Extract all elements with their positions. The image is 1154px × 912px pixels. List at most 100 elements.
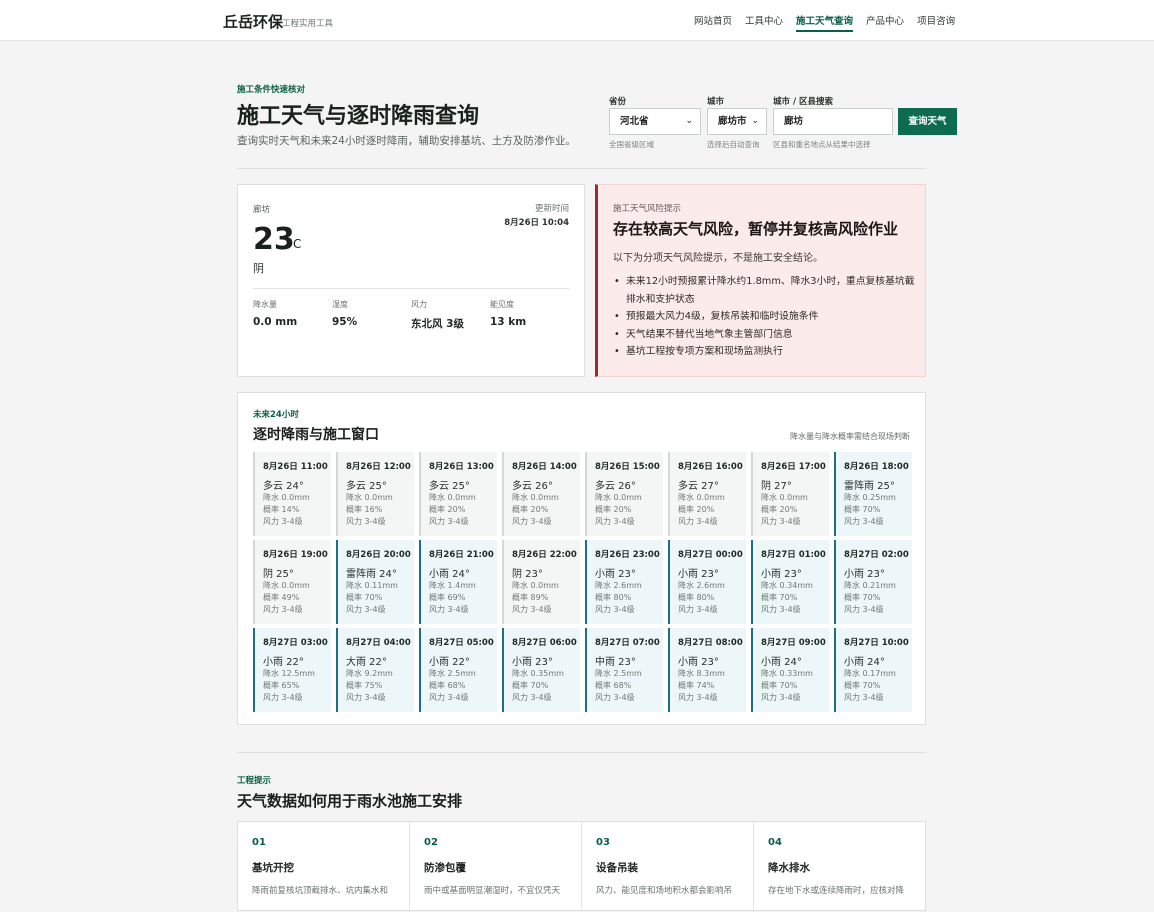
city-select[interactable]: 廊坊市 ⌄ — [707, 108, 767, 135]
search-label: 城市 / 区县搜索 — [773, 97, 834, 107]
metric-value: 95% — [332, 316, 358, 328]
metric-value: 东北风 3级 — [411, 318, 464, 330]
tip-card: 02 防渗包覆 雨中或基面明显潮湿时，不宜仅凭天 — [410, 822, 582, 912]
hour-cell: 8月27日 01:00 小雨 23° 降水 0.34mm 概率 70% 风力 3-4级 — [751, 540, 829, 624]
hour-precipitation: 降水 2.6mm — [595, 581, 642, 590]
hour-wind: 风力 3-4级 — [512, 693, 552, 702]
current-city: 廊坊 — [253, 205, 271, 215]
hour-probability: 概率 16% — [346, 505, 383, 514]
metric-label: 湿度 — [332, 300, 348, 309]
hour-precipitation: 降水 0.0mm — [512, 581, 559, 590]
hour-cell: 8月26日 17:00 阴 27° 降水 0.0mm 概率 20% 风力 3-4级 — [751, 452, 829, 536]
metric-value: 0.0 mm — [253, 316, 298, 328]
hour-probability: 概率 68% — [429, 681, 466, 690]
metric-visibility: 能见度 13 km — [490, 299, 526, 328]
tip-description: 降雨前复核坑顶截排水、坑内集水和 — [252, 886, 389, 896]
hour-probability: 概率 20% — [678, 505, 715, 514]
hour-cell: 8月27日 05:00 小雨 22° 降水 2.5mm 概率 68% 风力 3-4级 — [419, 628, 497, 712]
hour-wind: 风力 3-4级 — [595, 693, 635, 702]
query-weather-button[interactable]: 查询天气 — [898, 108, 957, 135]
hour-condition: 小雨 24° — [761, 657, 802, 668]
nav-links: 网站首页 工具中心 施工天气查询 产品中心 项目咨询 — [694, 13, 955, 32]
hour-wind: 风力 3-4级 — [512, 517, 552, 526]
city-hint: 选择后自动查询 — [707, 140, 760, 149]
tip-title: 降水排水 — [768, 862, 810, 874]
hero-eyebrow: 施工条件快速核对 — [237, 85, 306, 95]
hour-probability: 概率 89% — [512, 593, 549, 602]
hour-precipitation: 降水 1.4mm — [429, 581, 476, 590]
hour-cell: 8月26日 23:00 小雨 23° 降水 2.6mm 概率 80% 风力 3-4级 — [585, 540, 663, 624]
search-hint: 区县和重名地点从结果中选择 — [773, 140, 871, 149]
hour-cell: 8月27日 03:00 小雨 22° 降水 12.5mm 概率 65% 风力 3-4级 — [253, 628, 331, 712]
nav-link-products[interactable]: 产品中心 — [866, 13, 904, 32]
hour-precipitation: 降水 0.0mm — [595, 493, 642, 502]
hour-time: 8月27日 05:00 — [429, 638, 494, 648]
tip-card: 04 降水排水 存在地下水或连续降雨时，应核对降 — [754, 822, 925, 912]
tips-eyebrow: 工程提示 — [237, 776, 272, 786]
hour-cell: 8月27日 07:00 中雨 23° 降水 2.5mm 概率 68% 风力 3-4级 — [585, 628, 663, 712]
hour-probability: 概率 49% — [263, 593, 300, 602]
hour-precipitation: 降水 9.2mm — [346, 669, 393, 678]
hour-cell: 8月27日 00:00 小雨 23° 降水 2.6mm 概率 80% 风力 3-4级 — [668, 540, 746, 624]
hour-time: 8月27日 10:00 — [844, 638, 909, 648]
hour-wind: 风力 3-4级 — [844, 693, 884, 702]
hour-precipitation: 降水 8.3mm — [678, 669, 725, 678]
hour-condition: 小雨 24° — [844, 657, 885, 668]
hour-time: 8月26日 20:00 — [346, 550, 411, 560]
hour-cell: 8月27日 04:00 大雨 22° 降水 9.2mm 概率 75% 风力 3-4级 — [336, 628, 414, 712]
hour-precipitation: 降水 0.33mm — [761, 669, 813, 678]
hour-probability: 概率 70% — [761, 681, 798, 690]
hour-wind: 风力 3-4级 — [761, 517, 801, 526]
hour-time: 8月27日 07:00 — [595, 638, 660, 648]
hour-probability: 概率 74% — [678, 681, 715, 690]
hour-cell: 8月26日 15:00 多云 26° 降水 0.0mm 概率 20% 风力 3-4级 — [585, 452, 663, 536]
current-weather-card: 廊坊 更新时间 8月26日 10:04 23 °C 阴 降水量 0.0 mm 湿… — [237, 184, 585, 377]
hour-wind: 风力 3-4级 — [844, 605, 884, 614]
hour-time: 8月26日 21:00 — [429, 550, 494, 560]
hour-time: 8月26日 22:00 — [512, 550, 577, 560]
metric-label: 降水量 — [253, 300, 277, 309]
hour-time: 8月26日 11:00 — [263, 462, 328, 472]
hour-probability: 概率 80% — [678, 593, 715, 602]
hour-condition: 小雨 23° — [761, 569, 802, 580]
hour-time: 8月26日 12:00 — [346, 462, 411, 472]
risk-item: 天气结果不替代当地气象主管部门信息 — [613, 326, 918, 344]
hour-cell: 8月26日 12:00 多云 25° 降水 0.0mm 概率 16% 风力 3-4级 — [336, 452, 414, 536]
top-nav: 丘岳环保 工程实用工具 网站首页 工具中心 施工天气查询 产品中心 项目咨询 — [0, 0, 1154, 41]
hour-condition: 阴 27° — [761, 481, 792, 492]
risk-item: 未来12小时预报累计降水约1.8mm、降水3小时，重点复核基坑截排水和支护状态 — [613, 273, 918, 308]
nav-link-home[interactable]: 网站首页 — [694, 13, 732, 32]
hour-precipitation: 降水 0.25mm — [844, 493, 896, 502]
hour-cell: 8月26日 11:00 多云 24° 降水 0.0mm 概率 14% 风力 3-4级 — [253, 452, 331, 536]
hour-precipitation: 降水 0.0mm — [263, 493, 310, 502]
risk-label: 施工天气风险提示 — [613, 204, 682, 214]
nav-link-weather[interactable]: 施工天气查询 — [796, 13, 854, 32]
hour-time: 8月27日 00:00 — [678, 550, 743, 560]
nav-link-tools[interactable]: 工具中心 — [745, 13, 783, 32]
hour-time: 8月26日 15:00 — [595, 462, 660, 472]
brand-logo[interactable]: 丘岳环保 — [223, 11, 283, 32]
nav-link-consult[interactable]: 项目咨询 — [917, 13, 955, 32]
risk-item: 基坑工程按专项方案和现场监测执行 — [613, 343, 918, 361]
province-select[interactable]: 河北省 ⌄ — [609, 108, 701, 135]
tips-title: 天气数据如何用于雨水池施工安排 — [237, 792, 463, 810]
temperature-unit: °C — [287, 237, 302, 251]
hour-cell: 8月26日 18:00 雷阵雨 25° 降水 0.25mm 概率 70% 风力 3-4级 — [834, 452, 912, 536]
tip-description: 存在地下水或连续降雨时，应核对降 — [768, 886, 905, 896]
hour-precipitation: 降水 0.17mm — [844, 669, 896, 678]
risk-item: 预报最大风力4级，复核吊装和临时设施条件 — [613, 308, 918, 326]
hour-precipitation: 降水 2.5mm — [429, 669, 476, 678]
search-input[interactable]: 廊坊 — [773, 108, 893, 135]
hour-time: 8月26日 16:00 — [678, 462, 743, 472]
hour-wind: 风力 3-4级 — [263, 605, 303, 614]
tip-title: 设备吊装 — [596, 862, 638, 874]
hour-condition: 中雨 23° — [595, 657, 636, 668]
tip-title: 基坑开挖 — [252, 862, 294, 874]
divider — [237, 168, 926, 169]
hour-wind: 风力 3-4级 — [346, 517, 386, 526]
hour-wind: 风力 3-4级 — [678, 517, 718, 526]
hourly-eyebrow: 未来24小时 — [253, 410, 299, 420]
hour-wind: 风力 3-4级 — [429, 517, 469, 526]
province-label: 省份 — [609, 97, 627, 107]
hourly-note: 降水量与降水概率需结合现场判断 — [790, 432, 910, 441]
